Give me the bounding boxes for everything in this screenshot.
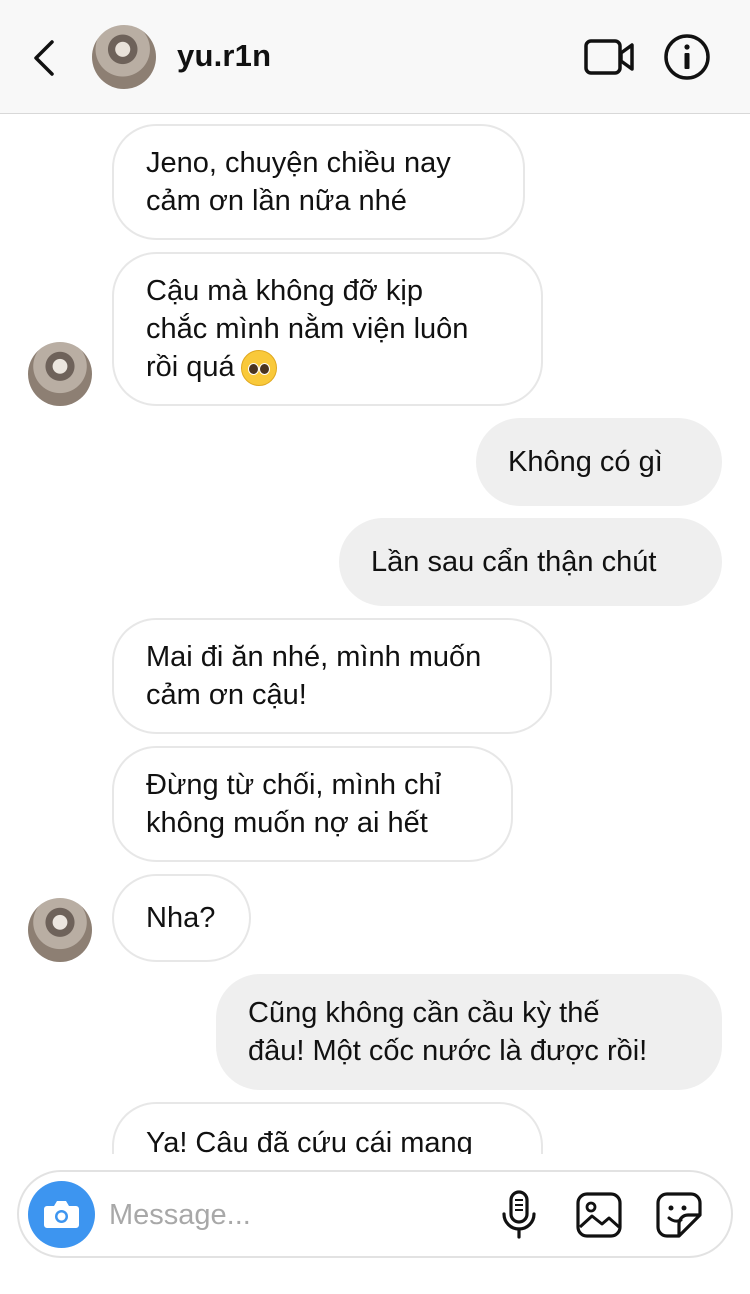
message-bubble-incoming: Nha? [112, 874, 251, 962]
sticker-icon[interactable] [655, 1191, 703, 1239]
message-thread[interactable]: Jeno, chuyện chiều nay cảm ơn lần nữa nh… [0, 114, 750, 1154]
info-icon[interactable] [663, 33, 711, 81]
message-bubble-incoming: Jeno, chuyện chiều nay cảm ơn lần nữa nh… [112, 124, 525, 240]
camera-button[interactable] [28, 1181, 95, 1248]
contact-username[interactable]: yu.r1n [177, 38, 271, 74]
gallery-icon[interactable] [575, 1191, 623, 1239]
avatar[interactable] [28, 898, 92, 962]
message-text: Cũng không cần cầu kỳ thế đâu! Một cốc n… [248, 997, 648, 1067]
message-text: Lần sau cẩn thận chút [371, 546, 657, 578]
message-bubble-incoming: Ya! Cậu đã cứu cái mạng [112, 1102, 543, 1154]
message-composer [17, 1170, 733, 1258]
message-bubble-incoming: Đừng từ chối, mình chỉ không muốn nợ ai … [112, 746, 513, 862]
video-camera-icon[interactable] [583, 36, 635, 78]
message-text: Ya! Cậu đã cứu cái mạng [146, 1127, 473, 1154]
message-bubble-outgoing: Lần sau cẩn thận chút [339, 518, 722, 606]
message-text: Đừng từ chối, mình chỉ không muốn nợ ai … [146, 769, 442, 839]
message-text: Nha? [146, 902, 216, 934]
message-text: Jeno, chuyện chiều nay cảm ơn lần nữa nh… [146, 147, 451, 217]
avatar[interactable] [28, 342, 92, 406]
message-bubble-outgoing: Không có gì [476, 418, 722, 506]
chevron-left-icon[interactable] [28, 36, 62, 80]
message-text: Cậu mà không đỡ kịp chắc mình nằm viện l… [146, 272, 468, 387]
message-text: Không có gì [508, 446, 663, 478]
camera-icon [44, 1201, 79, 1228]
message-text: Mai đi ăn nhé, mình muốn cảm ơn cậu! [146, 641, 482, 711]
message-bubble-incoming: Cậu mà không đỡ kịp chắc mình nằm viện l… [112, 252, 543, 406]
avatar[interactable] [92, 25, 156, 89]
chat-header: yu.r1n [0, 0, 750, 114]
microphone-icon[interactable] [499, 1190, 539, 1240]
message-bubble-outgoing: Cũng không cần cầu kỳ thế đâu! Một cốc n… [216, 974, 722, 1090]
pleading-face-emoji [240, 350, 277, 387]
message-bubble-incoming: Mai đi ăn nhé, mình muốn cảm ơn cậu! [112, 618, 552, 734]
message-input[interactable] [107, 1194, 471, 1236]
